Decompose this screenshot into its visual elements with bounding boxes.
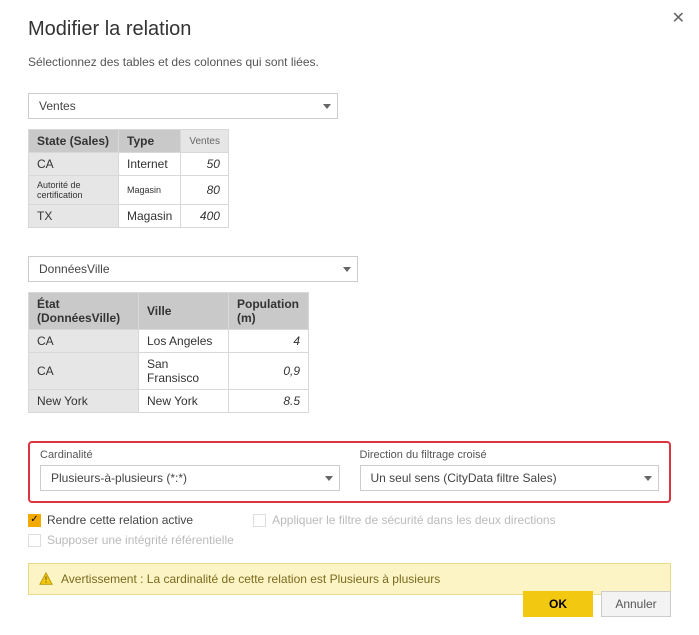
table-row: CA Internet 50	[29, 153, 229, 176]
table2-preview: État (DonnéesVille) Ville Population (m)…	[28, 292, 671, 413]
table1-header-type: Type	[119, 130, 181, 153]
table1-select-value: Ventes	[39, 99, 76, 113]
warning-text: Avertissement : La cardinalité de cette …	[61, 572, 440, 586]
warning-icon	[39, 572, 53, 586]
dialog-title: Modifier la relation	[28, 18, 671, 41]
chevron-down-icon	[325, 476, 333, 481]
checkbox-icon	[253, 514, 266, 527]
chevron-down-icon	[343, 267, 351, 272]
checkbox-icon	[28, 534, 41, 547]
table-row: CA San Fransisco 0,9	[29, 353, 309, 390]
check-active-label: Rendre cette relation active	[47, 513, 193, 527]
table2-header-pop: Population (m)	[229, 293, 309, 330]
crossfilter-select[interactable]: Un seul sens (CityData filtre Sales)	[360, 465, 660, 491]
cardinality-select[interactable]: Plusieurs-à-plusieurs (*:*)	[40, 465, 340, 491]
table2-select-value: DonnéesVille	[39, 262, 110, 276]
cardinality-value: Plusieurs-à-plusieurs (*:*)	[51, 471, 187, 485]
highlighted-options: Cardinalité Plusieurs-à-plusieurs (*:*) …	[28, 441, 671, 503]
table1-select[interactable]: Ventes	[28, 93, 338, 119]
chevron-down-icon	[644, 476, 652, 481]
crossfilter-value: Un seul sens (CityData filtre Sales)	[371, 471, 557, 485]
ok-button[interactable]: OK	[523, 591, 593, 617]
check-integrity-label: Supposer une intégrité référentielle	[47, 533, 234, 547]
table2-header-etat: État (DonnéesVille)	[29, 293, 139, 330]
table1-preview: State (Sales) Type Ventes CA Internet 50…	[28, 129, 671, 228]
table2-select[interactable]: DonnéesVille	[28, 256, 358, 282]
cancel-button[interactable]: Annuler	[601, 591, 671, 617]
table1-header-state: State (Sales)	[29, 130, 119, 153]
check-integrity: Supposer une intégrité référentielle	[28, 533, 671, 547]
close-icon[interactable]: ✕	[672, 8, 685, 28]
chevron-down-icon	[323, 104, 331, 109]
table2-header-ville: Ville	[139, 293, 229, 330]
table-row: TX Magasin 400	[29, 205, 229, 228]
dialog-footer: OK Annuler	[523, 591, 671, 617]
checkbox-icon: ✓	[28, 514, 41, 527]
table1-header-ventes: Ventes	[181, 130, 229, 153]
table-row: Autorité de certification Magasin 80	[29, 176, 229, 205]
check-security-label: Appliquer le filtre de sécurité dans les…	[272, 513, 556, 527]
check-active[interactable]: ✓ Rendre cette relation active	[28, 513, 193, 527]
table-row: CA Los Angeles 4	[29, 330, 309, 353]
check-security: Appliquer le filtre de sécurité dans les…	[253, 513, 556, 527]
dialog-subtitle: Sélectionnez des tables et des colonnes …	[28, 55, 671, 69]
crossfilter-label: Direction du filtrage croisé	[360, 449, 660, 461]
table-row: New York New York 8.5	[29, 390, 309, 413]
cardinality-label: Cardinalité	[40, 449, 340, 461]
